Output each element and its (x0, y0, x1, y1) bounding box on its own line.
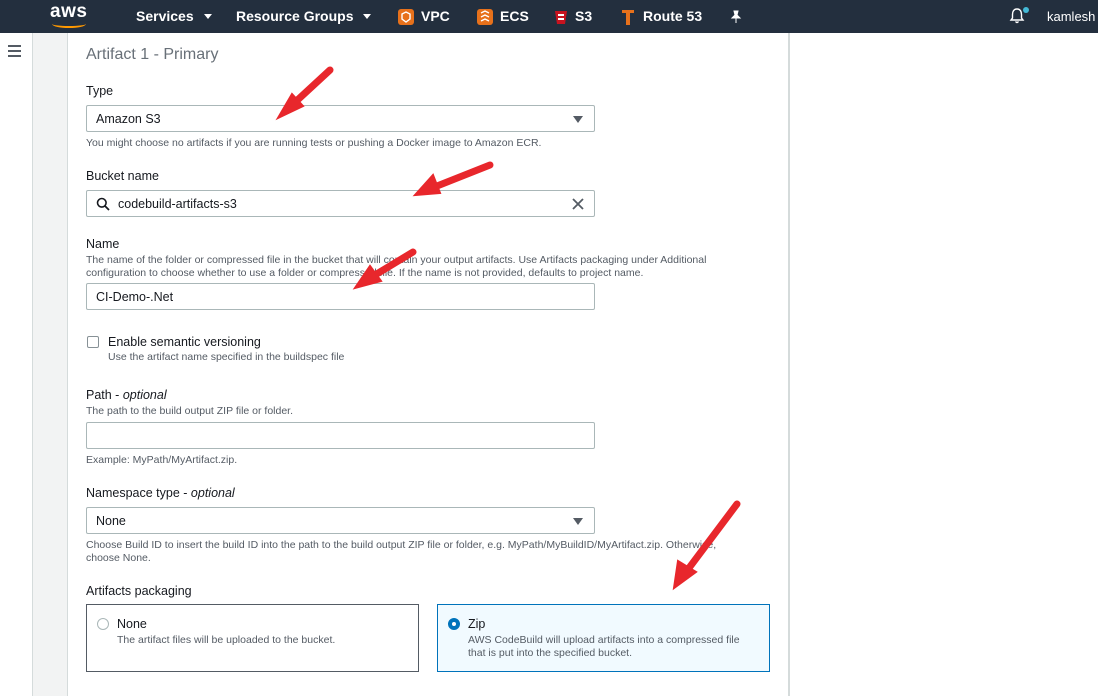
clear-icon[interactable] (571, 197, 585, 211)
bucket-name-value: codebuild-artifacts-s3 (118, 197, 237, 211)
shortcut-ecs[interactable]: ECS (476, 0, 529, 33)
path-input[interactable] (86, 422, 595, 449)
left-rail (0, 33, 33, 696)
services-menu[interactable]: Services (136, 0, 212, 33)
radio-none[interactable] (97, 618, 109, 630)
shortcut-s3[interactable]: S3 (553, 0, 592, 33)
packaging-none-option[interactable]: None The artifact files will be uploaded… (86, 604, 419, 672)
services-label: Services (136, 8, 194, 24)
packaging-zip-desc: AWS CodeBuild will upload artifacts into… (468, 634, 740, 660)
right-panel (789, 33, 1098, 696)
semantic-versioning-label: Enable semantic versioning (108, 335, 261, 349)
name-input[interactable]: CI-Demo-.Net (86, 283, 595, 310)
ecs-label: ECS (500, 8, 529, 24)
name-desc-1: The name of the folder or compressed fil… (86, 254, 707, 266)
path-desc: The path to the build output ZIP file or… (86, 405, 294, 417)
pin-icon[interactable] (730, 0, 742, 33)
bucket-name-label: Bucket name (86, 169, 159, 183)
name-desc-2: configuration to choose whether to use a… (86, 267, 644, 279)
search-icon (96, 197, 110, 211)
semantic-versioning-checkbox[interactable] (87, 336, 99, 348)
dropdown-arrow-icon (573, 116, 583, 123)
top-nav: aws Services Resource Groups VPC ECS S3 (0, 0, 1098, 33)
namespace-hint-2: choose None. (86, 552, 151, 564)
section-title: Artifact 1 - Primary (86, 46, 219, 63)
bucket-name-input[interactable]: codebuild-artifacts-s3 (86, 190, 595, 217)
name-label: Name (86, 237, 120, 251)
chevron-down-icon (363, 14, 372, 19)
hamburger-menu-icon[interactable] (8, 45, 21, 60)
namespace-type-select[interactable]: None (86, 507, 595, 534)
route53-icon (622, 9, 634, 25)
path-label-text: Path - (86, 388, 123, 402)
vpc-icon (398, 8, 414, 25)
resource-groups-label: Resource Groups (236, 8, 354, 24)
namespace-label-text: Namespace type - (86, 486, 191, 500)
name-input-value: CI-Demo-.Net (96, 290, 174, 304)
packaging-none-desc: The artifact files will be uploaded to t… (117, 634, 336, 646)
s3-label: S3 (575, 8, 593, 24)
packaging-zip-desc-1: AWS CodeBuild will upload artifacts into… (468, 634, 740, 646)
aws-logo[interactable]: aws (50, 2, 90, 30)
shortcut-vpc[interactable]: VPC (397, 0, 450, 33)
notification-dot (1023, 7, 1029, 13)
ecs-icon (477, 8, 493, 25)
resource-groups-menu[interactable]: Resource Groups (236, 0, 372, 33)
route53-label: Route 53 (643, 8, 703, 24)
type-hint: You might choose no artifacts if you are… (86, 137, 542, 149)
s3-bucket-icon (555, 10, 567, 24)
shortcut-route53[interactable]: Route 53 (619, 0, 702, 33)
path-example: Example: MyPath/MyArtifact.zip. (86, 454, 238, 466)
namespace-type-label: Namespace type - optional (86, 486, 235, 500)
type-select[interactable]: Amazon S3 (86, 105, 595, 132)
path-label-optional: optional (122, 388, 167, 402)
type-label: Type (86, 84, 114, 98)
vpc-label: VPC (421, 8, 450, 24)
path-label: Path - optional (86, 388, 167, 402)
radio-zip[interactable] (448, 618, 460, 630)
chevron-down-icon (203, 14, 212, 19)
semantic-versioning-desc: Use the artifact name specified in the b… (108, 351, 345, 363)
packaging-none-title: None (117, 617, 147, 631)
namespace-type-value: None (96, 514, 126, 528)
dropdown-arrow-icon (573, 518, 583, 525)
type-select-value: Amazon S3 (96, 112, 161, 126)
packaging-zip-title: Zip (468, 617, 486, 631)
namespace-hint-1: Choose Build ID to insert the build ID i… (86, 539, 717, 551)
user-menu[interactable]: kamlesh c (1047, 0, 1098, 33)
packaging-zip-option[interactable]: Zip AWS CodeBuild will upload artifacts … (437, 604, 770, 672)
packaging-zip-desc-2: that is put into the specified bucket. (468, 647, 633, 659)
artifacts-packaging-label: Artifacts packaging (86, 584, 192, 598)
namespace-label-optional: optional (190, 486, 235, 500)
